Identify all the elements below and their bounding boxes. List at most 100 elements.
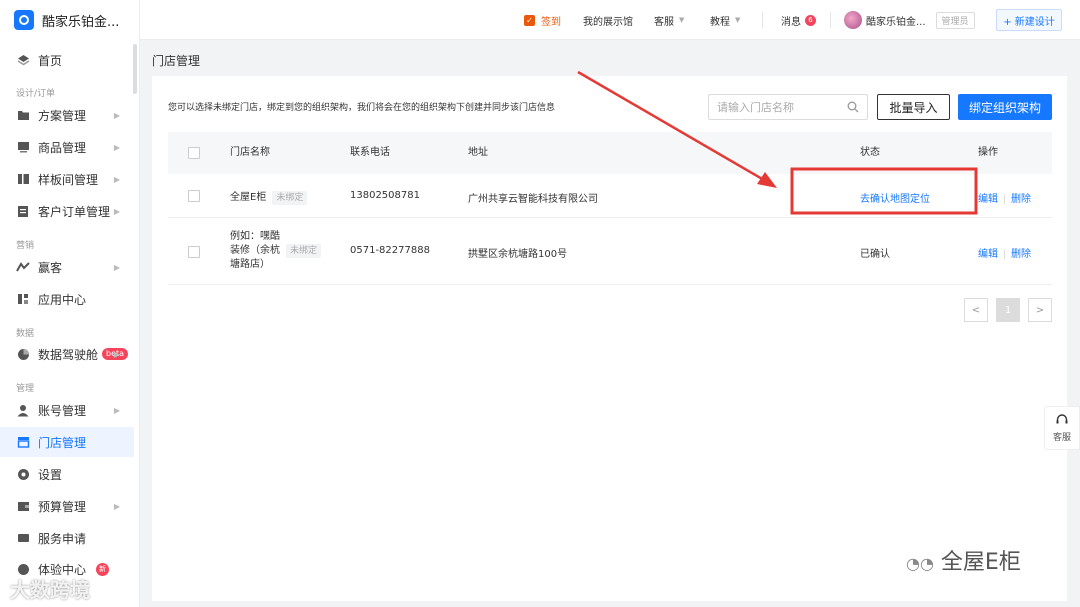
sidebar-item-products[interactable]: 商品管理 ▶: [0, 132, 134, 162]
sidebar-item-label: 账号管理: [38, 403, 87, 418]
sidebar-item-label: 赢客: [38, 260, 63, 275]
store-icon: [16, 435, 30, 449]
sidebar-section-marketing: 营销: [16, 241, 35, 251]
sidebar-item-label: 样板间管理: [38, 172, 99, 187]
sidebar-item-label: 应用中心: [38, 292, 87, 307]
sidebar-item-label: 客户订单管理: [38, 204, 111, 219]
sidebar-item-service-request[interactable]: 服务申请: [0, 523, 134, 553]
actions-cell: 编辑 删除: [978, 245, 1031, 260]
table-header: 门店名称 联系电话 地址 状态 操作: [168, 132, 1052, 174]
signin-button[interactable]: ✓ 签到: [524, 0, 561, 40]
sidebar-item-budget[interactable]: 预算管理 ▶: [0, 491, 134, 521]
sidebar-item-orders[interactable]: 客户订单管理 ▶: [0, 196, 134, 226]
sidebar-item-home[interactable]: 首页: [0, 45, 134, 75]
new-badge: 新: [96, 562, 110, 576]
sidebar-item-plans[interactable]: 方案管理 ▶: [0, 100, 134, 130]
phone-cell: 0571-82277888: [350, 245, 430, 256]
sidebar-section-data: 数据: [16, 329, 35, 339]
customer-service-label: 客服: [654, 16, 674, 28]
tutorial-menu[interactable]: 教程 ▼: [710, 0, 740, 40]
store-name-line: 塘路店）: [230, 259, 270, 270]
tutorial-label: 教程: [710, 16, 730, 28]
store-management-card: 您可以选择未绑定门店，绑定到您的组织架构，我们将会在您的组织架构下创建并同步该门…: [152, 76, 1067, 601]
chevron-right-icon: ▶: [113, 206, 120, 216]
sidebar-section-admin: 管理: [16, 384, 35, 394]
app-logo-icon: [14, 10, 34, 30]
chevron-right-icon: ▶: [113, 349, 120, 359]
folder-icon: [16, 108, 30, 122]
next-page-button[interactable]: >: [1028, 298, 1052, 322]
sidebar-item-data-cockpit[interactable]: 数据驾驶舱 beta ▶: [0, 339, 134, 369]
batch-import-button[interactable]: 批量导入: [877, 94, 950, 120]
sidebar-item-leads[interactable]: 赢客 ▶: [0, 252, 134, 282]
column-header-name: 门店名称: [230, 147, 270, 158]
user-icon: [16, 403, 30, 417]
sidebar-item-label: 首页: [38, 53, 63, 68]
edit-link[interactable]: 编辑: [978, 194, 998, 205]
new-design-button[interactable]: + 新建设计: [996, 9, 1062, 31]
leads-icon: [16, 260, 30, 274]
signin-label: 签到: [541, 16, 561, 28]
row-checkbox[interactable]: [188, 246, 200, 258]
sidebar: 酷家乐铂金... 首页 设计/订单 方案管理 ▶ 商品管理 ▶ 样板间管理 ▶ …: [0, 0, 140, 607]
app-header[interactable]: 酷家乐铂金...: [0, 0, 139, 40]
store-search[interactable]: [708, 94, 868, 120]
chevron-right-icon: ▶: [113, 174, 120, 184]
store-name-line: 例如：嘿酷: [230, 231, 280, 242]
store-name: 全屋E柜: [230, 192, 267, 203]
table-row: 例如：嘿酷 装修（余杭 未绑定 塘路店） 0571-82277888 拱墅区余杭塘…: [168, 218, 1052, 285]
column-header-address: 地址: [468, 147, 488, 158]
column-header-phone: 联系电话: [350, 147, 390, 158]
column-header-status: 状态: [860, 147, 880, 158]
chevron-down-icon: ▼: [679, 16, 685, 24]
sidebar-item-stores[interactable]: 门店管理: [0, 427, 134, 457]
messages-button[interactable]: 消息 6: [781, 0, 816, 40]
floating-service-label: 客服: [1052, 433, 1071, 443]
store-search-input[interactable]: [709, 95, 839, 119]
user-menu[interactable]: 酷家乐铂金... 管理员: [844, 0, 975, 40]
sidebar-section-design: 设计/订单: [16, 89, 56, 99]
store-name-cell: 例如：嘿酷 装修（余杭 未绑定 塘路店）: [230, 230, 340, 272]
chevron-right-icon: ▶: [113, 142, 120, 152]
sidebar-item-accounts[interactable]: 账号管理 ▶: [0, 395, 134, 425]
sidebar-item-apps[interactable]: 应用中心: [0, 284, 134, 314]
confirm-map-location-link[interactable]: 去确认地图定位: [860, 190, 930, 205]
edit-link[interactable]: 编辑: [978, 249, 998, 260]
watermark-left: 大数跨境: [10, 578, 90, 602]
showroom-link[interactable]: 我的展示馆: [583, 0, 633, 40]
headset-icon: [1055, 413, 1069, 430]
order-icon: [16, 204, 30, 218]
message-count-badge: 6: [805, 14, 816, 26]
check-icon: ✓: [524, 14, 535, 26]
home-icon: [16, 53, 30, 67]
phone-cell: 13802508781: [350, 190, 420, 201]
sidebar-item-settings[interactable]: 设置: [0, 459, 134, 489]
sidebar-item-label: 设置: [38, 467, 63, 482]
actions-cell: 编辑 删除: [978, 190, 1031, 205]
sidebar-item-label: 门店管理: [38, 435, 87, 450]
row-checkbox[interactable]: [188, 190, 200, 202]
prev-page-button[interactable]: <: [964, 298, 988, 322]
store-name-cell: 全屋E柜 未绑定: [230, 188, 308, 205]
page-number-button[interactable]: 1: [996, 298, 1020, 322]
chevron-right-icon: ▶: [113, 110, 120, 120]
top-header: ✓ 签到 我的展示馆 客服 ▼ 教程 ▼ 消息 6 酷家乐铂金... 管理员 +…: [140, 0, 1080, 40]
chevron-right-icon: ▶: [113, 262, 120, 272]
floating-service-button[interactable]: 客服: [1044, 406, 1080, 450]
header-divider: [762, 12, 763, 28]
gear-icon: [16, 467, 30, 481]
wechat-icon: ◔◔: [906, 554, 934, 573]
bind-org-button[interactable]: 绑定组织架构: [958, 94, 1052, 120]
sample-room-icon: [16, 172, 30, 186]
table-row: 全屋E柜 未绑定 13802508781 广州共享云智能科技有限公司 去确认地图定…: [168, 174, 1052, 218]
messages-label: 消息: [781, 16, 801, 28]
sidebar-item-label: 方案管理: [38, 108, 87, 123]
sidebar-item-sample-rooms[interactable]: 样板间管理 ▶: [0, 164, 134, 194]
store-name-line: 装修（余杭: [230, 245, 280, 256]
pagination: < 1 >: [956, 298, 1052, 322]
search-icon[interactable]: [847, 101, 859, 116]
delete-link[interactable]: 删除: [1011, 249, 1031, 260]
select-all-checkbox[interactable]: [188, 147, 200, 159]
customer-service-menu[interactable]: 客服 ▼: [654, 0, 684, 40]
delete-link[interactable]: 删除: [1011, 194, 1031, 205]
